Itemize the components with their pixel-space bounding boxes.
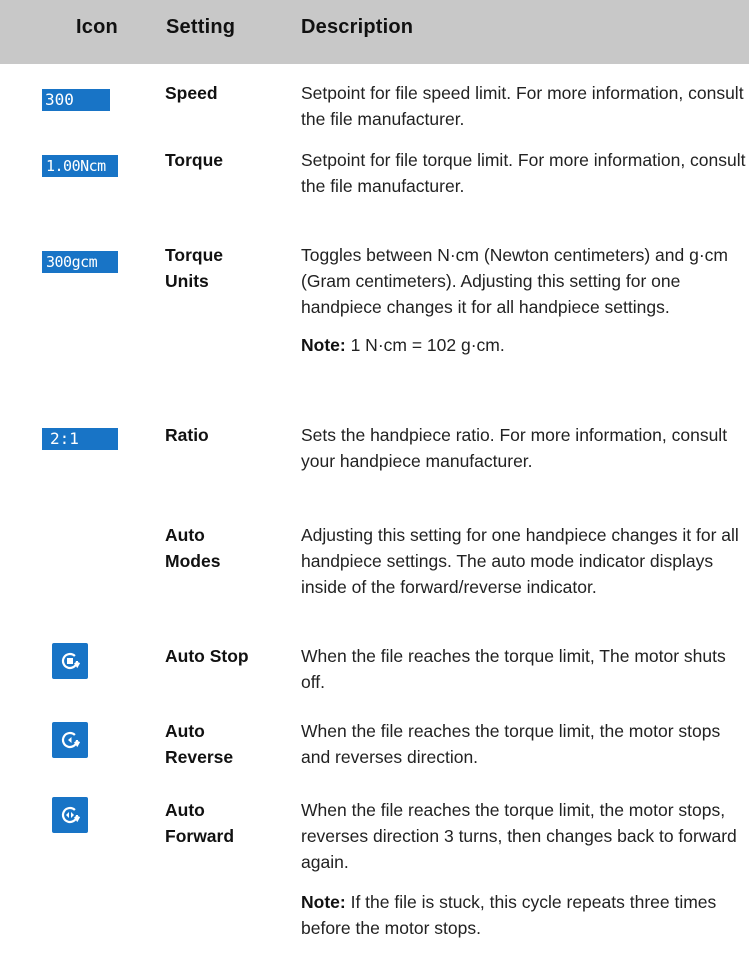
description-auto-modes: Adjusting this setting for one handpiece… — [301, 525, 739, 597]
torque-units-note: Note: 1 N·cm = 102 g·cm. — [301, 332, 747, 358]
note-label: Note: — [301, 892, 346, 912]
description-speed: Setpoint for file speed limit. For more … — [301, 83, 744, 129]
description-ratio: Sets the handpiece ratio. For more infor… — [301, 425, 728, 471]
setting-auto-modes: Auto Modes — [165, 525, 221, 571]
note-text: 1 N·cm = 102 g·cm. — [345, 335, 505, 355]
auto-stop-icon — [52, 643, 88, 679]
description-auto-forward: When the file reaches the torque limit, … — [301, 797, 747, 941]
torque-lcd-icon: 1.00Ncm — [42, 155, 118, 177]
setting-ratio: Ratio — [165, 425, 209, 445]
description-torque: Setpoint for file torque limit. For more… — [301, 150, 746, 196]
speed-lcd-icon: 300 File RPM — [42, 89, 110, 132]
torque-icon-value: 1.00Ncm — [42, 155, 118, 177]
description-auto-forward-text: When the file reaches the torque limit, … — [301, 800, 737, 872]
speed-icon-value: 300 — [45, 90, 74, 109]
header-icon-column: Icon — [76, 16, 118, 38]
auto-forward-icon — [52, 797, 88, 833]
ratio-icon-value: 2:1 — [42, 428, 118, 450]
setting-speed: Speed — [165, 83, 218, 103]
auto-reverse-icon — [52, 722, 88, 758]
setting-auto-stop: Auto Stop — [165, 646, 249, 666]
description-auto-stop: When the file reaches the torque limit, … — [301, 646, 726, 692]
description-torque-units-text: Toggles between N·cm (Newton centimeters… — [301, 245, 728, 317]
setting-auto-reverse: Auto Reverse — [165, 721, 234, 767]
description-torque-units: Toggles between N·cm (Newton centimeters… — [301, 242, 747, 358]
speed-icon-unit-bottom: RPM — [53, 121, 68, 130]
torque-units-icon-value: 300gcm — [42, 251, 118, 273]
header-setting-column: Setting — [166, 16, 236, 38]
table-header: Icon Setting Description — [0, 0, 749, 64]
auto-forward-note: Note: If the file is stuck, this cycle r… — [301, 889, 747, 941]
setting-torque: Torque — [165, 150, 224, 170]
torque-units-lcd-icon: 300gcm — [42, 251, 118, 273]
note-text: If the file is stuck, this cycle repeats… — [301, 892, 717, 938]
note-label: Note: — [301, 335, 346, 355]
description-auto-reverse: When the file reaches the torque limit, … — [301, 721, 721, 767]
setting-auto-forward: Auto Forward — [165, 800, 235, 846]
setting-torque-units: Torque Units — [165, 245, 224, 291]
header-description-column: Description — [301, 16, 414, 38]
ratio-lcd-icon: 2:1 — [42, 428, 118, 450]
